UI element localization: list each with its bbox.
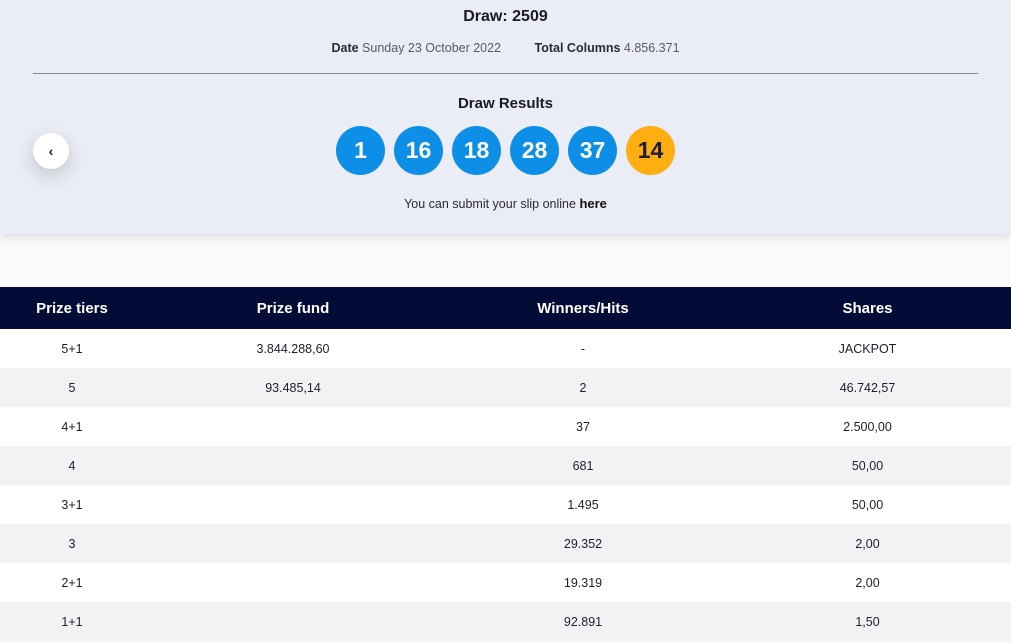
table-row: 3+1 1.495 50,00 [0,485,1011,524]
column-header-winners: Winners/Hits [537,299,629,317]
shares: 2,00 [855,536,880,551]
winners: 92.891 [563,614,603,629]
date-label: Date [331,41,359,55]
draw-number: 2509 [512,8,548,25]
draw-meta: Date Sunday 23 October 2022 Total Column… [0,41,1011,55]
submit-slip-line: You can submit your slip online here [0,196,1011,211]
columns-value: 4.856.371 [623,41,680,55]
prize-tier: 5+1 [61,341,83,356]
shares: 2.500,00 [843,419,892,434]
prize-tier: 5 [68,380,76,395]
prize-fund [144,524,442,563]
result-balls: 1 16 18 28 37 14 [0,126,1011,175]
table-row: 4+1 37 2.500,00 [0,407,1011,446]
table-row: 3 29.352 2,00 [0,524,1011,563]
submit-slip-link[interactable]: here [579,196,606,211]
result-ball: 18 [452,126,501,175]
results-title: Draw Results [457,95,554,112]
table-row: 5 93.485,14 2 46.742,57 [0,368,1011,407]
shares: JACKPOT [838,341,897,356]
winners: 29.352 [563,536,603,551]
winners: 1.495 [567,497,599,512]
date-value: Sunday 23 October 2022 [362,41,502,55]
prize-tier: 3 [68,536,76,551]
prize-tier: 4 [68,458,76,473]
result-ball: 37 [568,126,617,175]
winners: 681 [572,458,594,473]
submit-text: You can submit your slip online [404,197,576,211]
chevron-left-icon: ‹ [48,143,54,159]
result-ball: 1 [336,126,385,175]
draw-title: Draw: 2509 [0,8,1011,26]
draw-info-panel: Draw: 2509 Date Sunday 23 October 2022 T… [0,0,1011,234]
column-header-prize-tiers: Prize tiers [36,299,108,317]
winners: - [580,341,586,356]
table-row: 2+1 19.319 2,00 [0,563,1011,602]
prize-fund [144,602,442,641]
table-row: 1+1 92.891 1,50 [0,602,1011,641]
shares: 50,00 [851,497,884,512]
prize-tier: 3+1 [61,497,83,512]
prize-fund [144,563,442,602]
result-ball: 28 [510,126,559,175]
table-row: 4 681 50,00 [0,446,1011,485]
result-ball: 16 [394,126,443,175]
prize-fund: 93.485,14 [265,380,321,395]
prize-tier: 4+1 [61,419,83,434]
column-header-shares: Shares [842,299,893,317]
shares: 1,50 [855,614,880,629]
prize-tier: 2+1 [61,575,83,590]
winners: 37 [576,419,590,434]
back-button[interactable]: ‹ [33,133,69,169]
shares: 50,00 [851,458,884,473]
table-header: Prize tiers Prize fund Winners/Hits Shar… [0,287,1011,329]
draw-date: Date Sunday 23 October 2022 [331,41,501,55]
shares: 46.742,57 [839,380,896,395]
prize-fund: 3.844.288,60 [256,341,330,356]
prize-fund [144,485,442,524]
prize-tier: 1+1 [61,614,83,629]
winners: 19.319 [563,575,603,590]
column-header-prize-fund: Prize fund [256,299,330,317]
draw-label: Draw: [463,8,508,25]
table-row: 5+1 3.844.288,60 - JACKPOT [0,329,1011,368]
total-columns: Total Columns 4.856.371 [535,41,680,55]
prize-fund [144,407,442,446]
shares: 2,00 [855,575,880,590]
prize-table: Prize tiers Prize fund Winners/Hits Shar… [0,287,1011,641]
bonus-ball: 14 [626,126,675,175]
columns-label: Total Columns [534,41,621,55]
divider [33,73,978,74]
winners: 2 [579,380,587,395]
prize-fund [144,446,442,485]
